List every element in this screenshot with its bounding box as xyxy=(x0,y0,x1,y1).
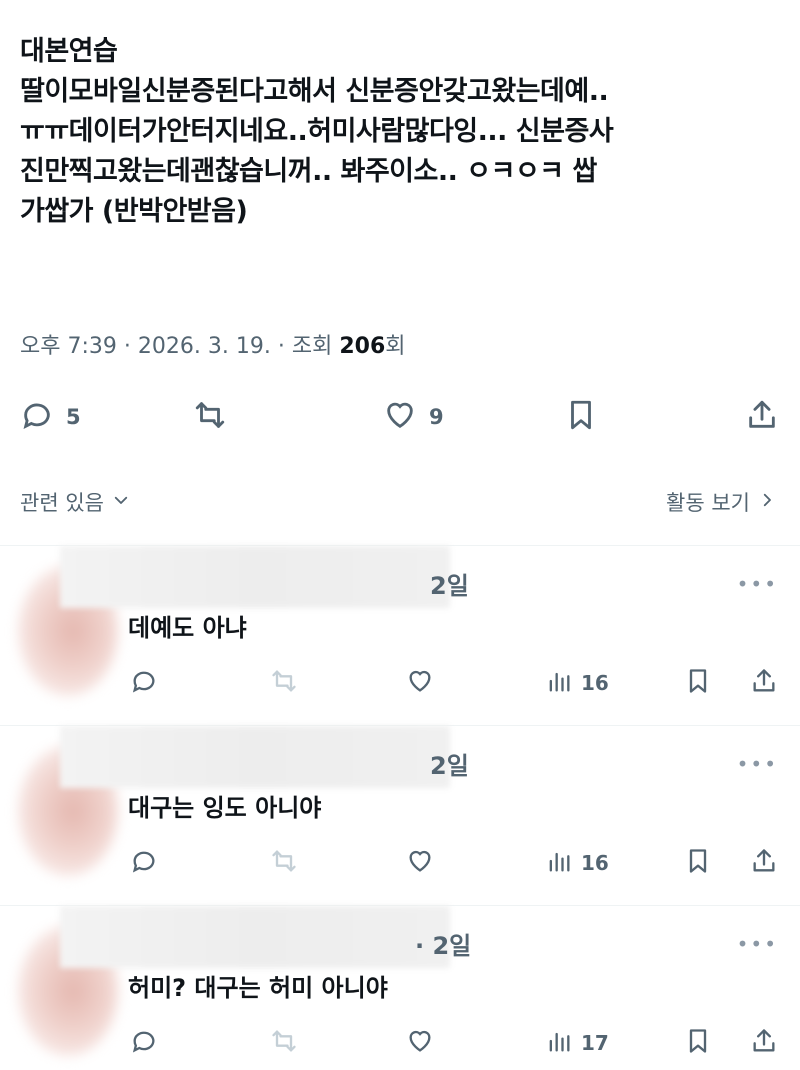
like-icon xyxy=(406,1027,434,1059)
share-button[interactable] xyxy=(745,395,779,439)
reply-icon xyxy=(130,667,158,699)
reply-item[interactable]: 2일 ••• 대구는 잉도 아니야 16 xyxy=(0,725,800,904)
retweet-icon xyxy=(270,1027,298,1059)
like-icon xyxy=(406,847,434,879)
retweet-button[interactable] xyxy=(270,846,298,880)
bookmark-icon xyxy=(564,398,598,436)
reply-button[interactable] xyxy=(130,1026,158,1060)
reply-text: 데예도 아냐 xyxy=(128,614,247,642)
retweet-button[interactable] xyxy=(193,395,227,439)
tweet-line: ㅠㅠ데이터가안터지네요..허미사람많다잉... 신분증사 xyxy=(20,116,614,147)
views-button[interactable]: 16 xyxy=(545,666,609,700)
tweet-line: 대본연습 xyxy=(20,36,118,67)
related-label: 관련 있음 xyxy=(20,491,104,515)
meta-separator: · xyxy=(123,334,131,359)
share-icon xyxy=(745,398,779,436)
views-count: 17 xyxy=(581,1031,609,1055)
share-button[interactable] xyxy=(750,666,778,700)
reply-text: 대구는 잉도 아니야 xyxy=(128,794,322,822)
views-icon xyxy=(545,1027,573,1059)
reply-icon xyxy=(130,1027,158,1059)
views-label: 조회 xyxy=(291,334,333,359)
reply-time[interactable]: 2일 xyxy=(430,566,469,601)
tweet-time[interactable]: 오후 7:39 xyxy=(20,334,117,359)
share-button[interactable] xyxy=(750,1026,778,1060)
views-count: 206 xyxy=(339,334,386,359)
retweet-icon xyxy=(193,398,227,436)
tweet-date[interactable]: 2026. 3. 19. xyxy=(138,334,271,359)
more-icon[interactable]: ••• xyxy=(737,752,778,776)
reply-text: 허미? 대구는 허미 아니야 xyxy=(128,974,388,1002)
views-count: 16 xyxy=(581,671,609,695)
reply-time[interactable]: · 2일 xyxy=(415,926,471,961)
retweet-button[interactable] xyxy=(270,1026,298,1060)
like-icon xyxy=(406,667,434,699)
views-icon xyxy=(545,667,573,699)
retweet-icon xyxy=(270,847,298,879)
tweet-action-bar: 5 9 xyxy=(0,395,800,439)
blurred-username xyxy=(60,726,450,788)
activity-link[interactable]: 활동 보기 xyxy=(666,482,776,522)
bookmark-button[interactable] xyxy=(564,395,598,439)
views-button[interactable]: 16 xyxy=(545,846,609,880)
share-icon xyxy=(750,667,778,699)
bookmark-icon xyxy=(684,847,712,879)
like-icon xyxy=(383,398,417,436)
like-button[interactable] xyxy=(406,1026,434,1060)
views-count: 16 xyxy=(581,851,609,875)
share-icon xyxy=(750,1027,778,1059)
bookmark-button[interactable] xyxy=(684,846,712,880)
reply-time[interactable]: 2일 xyxy=(430,746,469,781)
views-icon xyxy=(545,847,573,879)
blurred-username xyxy=(60,906,450,968)
reply-item[interactable]: · 2일 ••• 허미? 대구는 허미 아니야 17 xyxy=(0,905,800,1070)
more-icon[interactable]: ••• xyxy=(737,932,778,956)
bookmark-button[interactable] xyxy=(684,666,712,700)
chevron-down-icon xyxy=(104,490,130,514)
bookmark-button[interactable] xyxy=(684,1026,712,1060)
reply-count: 5 xyxy=(66,405,81,429)
like-count: 9 xyxy=(429,405,444,429)
meta-separator: · xyxy=(277,334,285,359)
tweet-line: 딸이모바일신분증된다고해서 신분증안갖고왔는데예.. xyxy=(20,76,609,107)
reply-button[interactable] xyxy=(130,666,158,700)
blurred-username xyxy=(60,546,450,608)
reply-button[interactable]: 5 xyxy=(20,395,81,439)
tweet-line: 가쌉가 (반박안받음) xyxy=(20,196,248,227)
tweet-line: 진만찍고왔는데괜찮습니꺼.. 봐주이소.. ㅇㅋㅇㅋ 쌉 xyxy=(20,156,597,187)
views-button[interactable]: 17 xyxy=(545,1026,609,1060)
related-sort-button[interactable]: 관련 있음 xyxy=(20,482,130,522)
reply-item[interactable]: 2일 ••• 데예도 아냐 16 xyxy=(0,545,800,724)
retweet-button[interactable] xyxy=(270,666,298,700)
share-icon xyxy=(750,847,778,879)
share-button[interactable] xyxy=(750,846,778,880)
like-button[interactable]: 9 xyxy=(383,395,444,439)
like-button[interactable] xyxy=(406,666,434,700)
tweet-meta: 오후 7:39 · 2026. 3. 19. · 조회 206회 xyxy=(20,328,406,360)
reply-button[interactable] xyxy=(130,846,158,880)
retweet-icon xyxy=(270,667,298,699)
bookmark-icon xyxy=(684,667,712,699)
reply-icon xyxy=(130,847,158,879)
tweet-text: 대본연습 딸이모바일신분증된다고해서 신분증안갖고왔는데예.. ㅠㅠ데이터가안터… xyxy=(20,32,790,232)
activity-label: 활동 보기 xyxy=(666,491,750,515)
related-row: 관련 있음 활동 보기 xyxy=(0,482,800,522)
like-button[interactable] xyxy=(406,846,434,880)
chevron-right-icon xyxy=(750,490,776,514)
more-icon[interactable]: ••• xyxy=(737,572,778,596)
views-suffix: 회 xyxy=(385,334,406,359)
bookmark-icon xyxy=(684,1027,712,1059)
reply-icon xyxy=(20,398,54,436)
